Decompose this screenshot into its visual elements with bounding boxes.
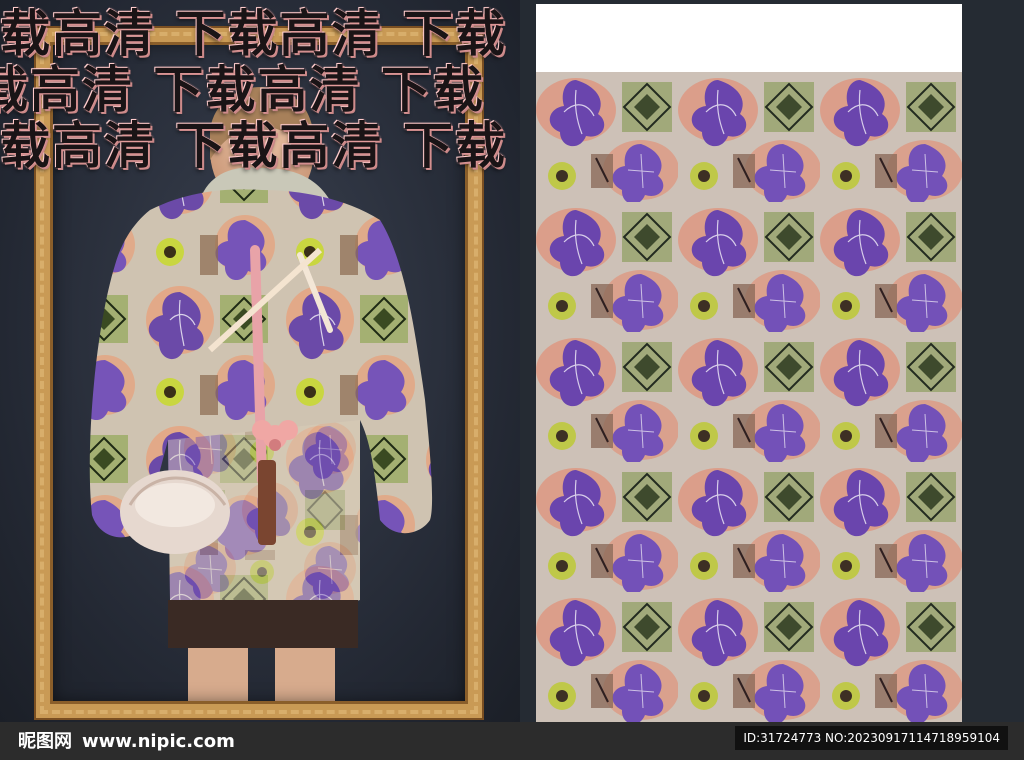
footer-bar: 昵图网 www.nipic.com ID:31724773 NO:20230917… — [0, 722, 1024, 760]
image-id-label: ID:31724773 NO:20230917114718959104 — [735, 726, 1008, 750]
brand-chinese-name: 昵图网 — [18, 731, 72, 752]
watermark-row-3: 载高清 下载高清 下载 — [0, 117, 507, 175]
pattern-panel — [536, 4, 962, 722]
brand-url: www.nipic.com — [82, 731, 235, 752]
site-brand[interactable]: 昵图网 www.nipic.com — [18, 727, 235, 753]
model-photo-panel: 载高清 下载高清 下载 载高清 下载高清 下载 载高清 下载高清 下载 — [0, 0, 520, 722]
canvas: 载高清 下载高清 下载 载高清 下载高清 下载 载高清 下载高清 下载 — [0, 0, 1024, 722]
floral-pattern-swatch — [536, 72, 962, 722]
